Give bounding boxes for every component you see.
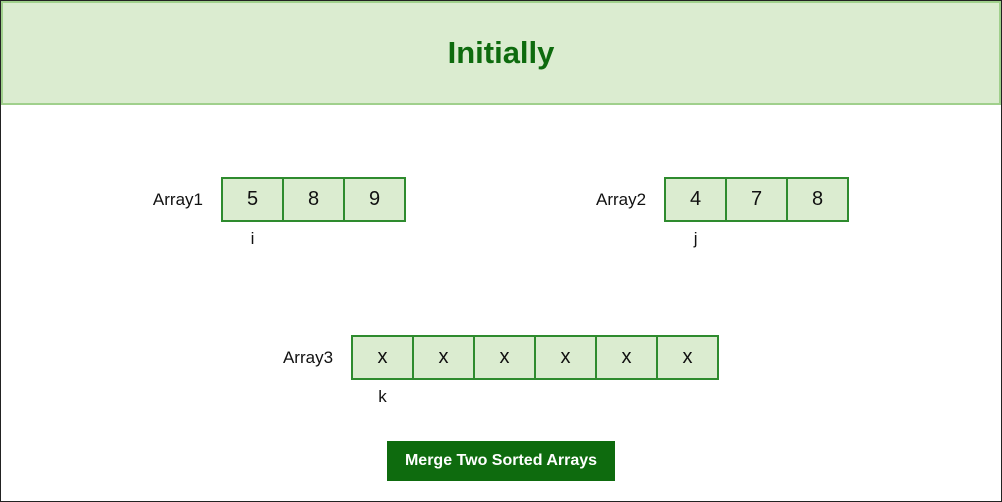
array2-pointer-label: j xyxy=(664,227,727,251)
array3-cell: x xyxy=(656,335,719,380)
top-row: Array1 589 i Array2 478 j xyxy=(1,177,1001,222)
array3-cell: x xyxy=(412,335,475,380)
header-banner: Initially xyxy=(1,1,1001,105)
array3-pointer-slot xyxy=(534,385,597,409)
array2-cell: 7 xyxy=(725,177,788,222)
array1-pointer-slot xyxy=(343,227,406,251)
array3-label: Array3 xyxy=(283,348,333,368)
array3-pointer-slot xyxy=(412,385,475,409)
array1-pointer-row: i xyxy=(221,227,406,251)
array2-cell: 4 xyxy=(664,177,727,222)
diagram-canvas: Initially Array1 589 i Array2 478 j Arra… xyxy=(0,0,1002,502)
array1-pointer-slot xyxy=(282,227,345,251)
array3-cell: x xyxy=(351,335,414,380)
array1-group: Array1 589 i xyxy=(153,177,406,222)
array3-cell: x xyxy=(534,335,597,380)
array1-pointer-label: i xyxy=(221,227,284,251)
mid-row: Array3 xxxxxx k xyxy=(1,335,1001,380)
array3-cell: x xyxy=(473,335,536,380)
array3-cells: xxxxxx xyxy=(351,335,719,380)
array2-label: Array2 xyxy=(596,190,646,210)
array3-pointer-row: k xyxy=(351,385,719,409)
page-title: Initially xyxy=(448,35,555,71)
array3-pointer-slot xyxy=(656,385,719,409)
array3-cell: x xyxy=(595,335,658,380)
button-row: Merge Two Sorted Arrays xyxy=(1,441,1001,481)
array3-pointer-label: k xyxy=(351,385,414,409)
array2-pointer-row: j xyxy=(664,227,849,251)
array3-pointer-slot xyxy=(473,385,536,409)
array1-cell: 5 xyxy=(221,177,284,222)
array1-cell: 8 xyxy=(282,177,345,222)
array2-cells: 478 xyxy=(664,177,849,222)
array3-group: Array3 xxxxxx k xyxy=(283,335,719,380)
array2-group: Array2 478 j xyxy=(596,177,849,222)
array2-pointer-slot xyxy=(725,227,788,251)
array2-cell: 8 xyxy=(786,177,849,222)
array1-label: Array1 xyxy=(153,190,203,210)
array1-cell: 9 xyxy=(343,177,406,222)
array1-cells: 589 xyxy=(221,177,406,222)
array3-pointer-slot xyxy=(595,385,658,409)
array2-pointer-slot xyxy=(786,227,849,251)
merge-button[interactable]: Merge Two Sorted Arrays xyxy=(387,441,615,481)
